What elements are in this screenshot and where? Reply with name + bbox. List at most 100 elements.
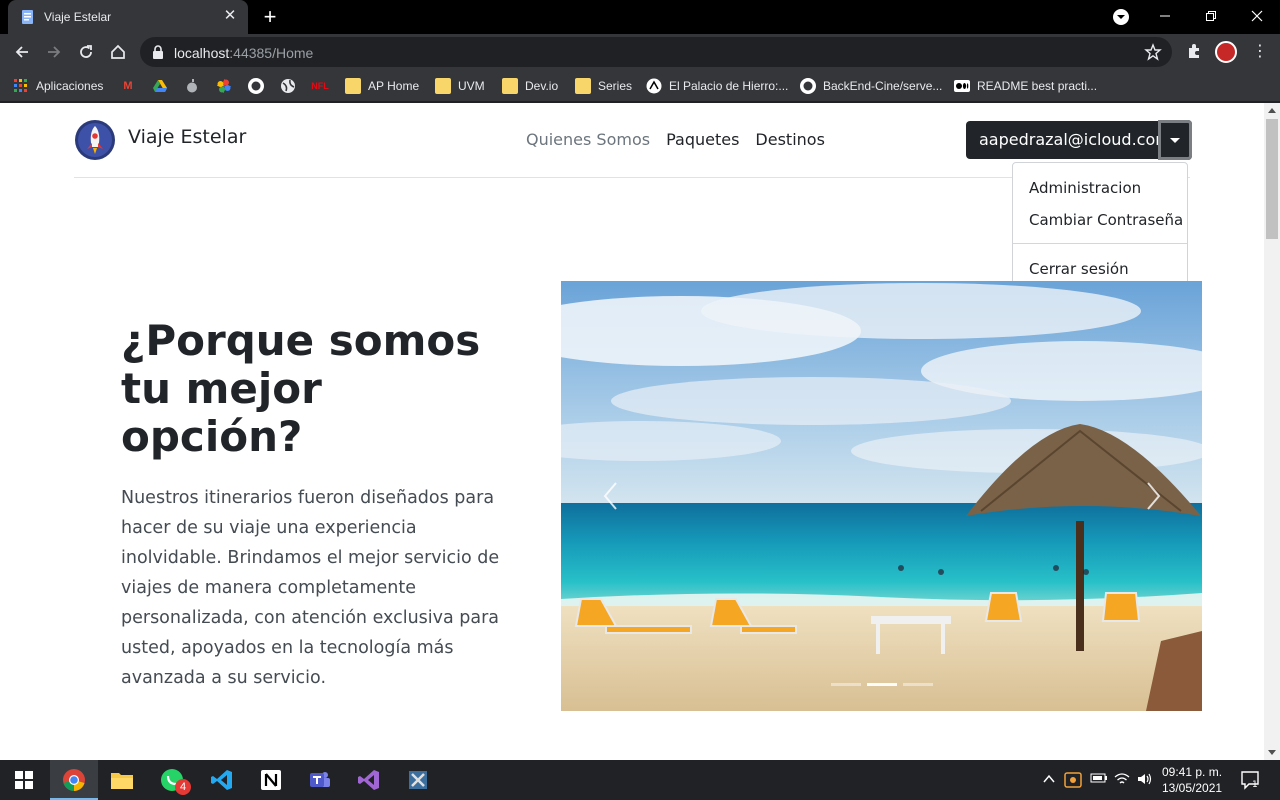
scroll-down-icon[interactable]: [1268, 750, 1276, 755]
forward-icon[interactable]: [42, 40, 66, 64]
bookmark-star-icon[interactable]: [1144, 43, 1162, 61]
carousel-prev-icon[interactable]: [601, 481, 621, 511]
windows-start-icon[interactable]: [0, 760, 48, 800]
restore-icon[interactable]: [1188, 0, 1233, 32]
chrome-menu-icon[interactable]: ⋮: [1252, 42, 1268, 62]
bookmark-gmail[interactable]: M: [120, 77, 143, 95]
menu-divider: [1013, 243, 1187, 244]
medium-icon: [954, 78, 970, 94]
hero-description: Nuestros itinerarios fueron diseñados pa…: [121, 488, 500, 688]
bookmark-apple[interactable]: [184, 77, 207, 95]
menu-item-cambiar-contrasena[interactable]: Cambiar Contraseña: [1029, 211, 1183, 229]
bookmark-label: Aplicaciones: [36, 79, 104, 93]
bookmark-github[interactable]: [248, 77, 271, 95]
clock-date: 13/05/2021: [1162, 781, 1223, 795]
folder-icon: [435, 78, 451, 94]
folder-icon: [502, 78, 518, 94]
minimize-icon[interactable]: [1142, 0, 1187, 32]
windows-taskbar: 4 09:41 p. m. 13/05/2021 1: [0, 760, 1280, 800]
gmail-icon: M: [123, 80, 133, 92]
bookmark-label: AP Home: [368, 79, 420, 93]
bookmark-ap-home[interactable]: AP Home: [345, 77, 419, 95]
browser-tab-bar: Viaje Estelar ✕ +: [0, 0, 1280, 34]
carousel-indicator[interactable]: [903, 683, 933, 686]
globe-icon: [280, 78, 296, 94]
tools-icon[interactable]: [394, 760, 442, 800]
profile-avatar-icon[interactable]: [1215, 41, 1237, 63]
bookmark-dev-io[interactable]: Dev.io: [502, 77, 558, 95]
teams-icon[interactable]: [296, 760, 344, 800]
back-icon[interactable]: [10, 40, 34, 64]
bookmark-drive[interactable]: [152, 77, 175, 95]
wifi-icon[interactable]: [1114, 772, 1130, 789]
nav-paquetes[interactable]: Paquetes: [666, 130, 739, 149]
lock-icon: [153, 45, 163, 59]
close-window-icon[interactable]: [1234, 0, 1279, 32]
palacio-icon: [646, 78, 662, 94]
page-favicon-icon: [22, 10, 33, 24]
volume-icon[interactable]: [1137, 772, 1153, 789]
bookmark-photos[interactable]: [216, 77, 239, 95]
bookmark-label: UVM: [458, 79, 485, 93]
caret-down-icon: [1170, 137, 1180, 143]
photos-icon: [216, 78, 232, 94]
svg-text:1: 1: [1252, 780, 1258, 790]
clock-time: 09:41 p. m.: [1162, 765, 1223, 779]
chrome-icon[interactable]: [50, 760, 98, 800]
bookmark-uvm[interactable]: UVM: [435, 77, 485, 95]
bookmark-apps[interactable]: Aplicaciones: [13, 77, 103, 95]
browser-tab[interactable]: Viaje Estelar ✕: [8, 0, 248, 34]
page-scrollbar[interactable]: [1264, 103, 1280, 760]
scrollbar-thumb[interactable]: [1266, 119, 1278, 239]
vscode-icon[interactable]: [198, 760, 246, 800]
folder-icon: [345, 78, 361, 94]
bookmark-backend-cine[interactable]: BackEnd-Cine/serve...: [800, 77, 942, 95]
bookmark-palacio[interactable]: El Palacio de Hierro:...: [646, 77, 788, 95]
taskbar-clock[interactable]: 09:41 p. m. 13/05/2021: [1162, 764, 1222, 796]
carousel-indicator-active[interactable]: [867, 683, 897, 686]
reload-icon[interactable]: [74, 40, 98, 64]
drive-icon: [152, 78, 168, 94]
nav-quienes-somos[interactable]: Quienes Somos: [526, 130, 650, 149]
user-account-button[interactable]: aapedrazal@icloud.com: [966, 121, 1171, 159]
carousel-indicator[interactable]: [831, 683, 861, 686]
nav-destinos[interactable]: Destinos: [755, 130, 824, 149]
rocket-logo-icon[interactable]: [74, 119, 116, 161]
github-icon: [800, 78, 816, 94]
scroll-up-icon[interactable]: [1268, 108, 1276, 113]
bookmark-label: README best practi...: [977, 79, 1098, 93]
bookmark-globe[interactable]: [280, 77, 303, 95]
bookmark-series[interactable]: Series: [575, 77, 632, 95]
visual-studio-icon[interactable]: [345, 760, 393, 800]
bookmark-label: Dev.io: [525, 79, 559, 93]
new-tab-icon[interactable]: +: [259, 6, 281, 28]
tray-overflow-icon[interactable]: [1042, 772, 1056, 789]
bookmark-label: Series: [598, 79, 633, 93]
main-nav: Quienes Somos Paquetes Destinos: [526, 130, 825, 149]
image-carousel[interactable]: [561, 281, 1202, 711]
tab-title: Viaje Estelar: [44, 10, 112, 24]
page-viewport: Viaje Estelar Quienes Somos Paquetes Des…: [0, 103, 1264, 760]
tab-search-icon[interactable]: [1113, 9, 1129, 25]
tab-close-icon[interactable]: ✕: [222, 8, 238, 24]
file-explorer-icon[interactable]: [98, 760, 146, 800]
extensions-icon[interactable]: [1185, 42, 1203, 60]
battery-icon[interactable]: [1090, 772, 1108, 787]
menu-item-cerrar-sesion[interactable]: Cerrar sesión: [1029, 260, 1129, 278]
brand-name[interactable]: Viaje Estelar: [128, 126, 246, 148]
notion-icon[interactable]: [247, 760, 295, 800]
bookmark-netflix[interactable]: NFL: [311, 77, 335, 95]
url-text: localhost:44385/Home: [174, 45, 314, 61]
bookmark-readme[interactable]: README best practi...: [954, 77, 1097, 95]
user-menu-toggle[interactable]: [1158, 120, 1192, 160]
bookmark-label: El Palacio de Hierro:...: [669, 79, 789, 93]
apps-grid-icon: [13, 78, 29, 94]
whatsapp-icon[interactable]: 4: [148, 760, 196, 800]
home-icon[interactable]: [106, 40, 130, 64]
carousel-next-icon[interactable]: [1143, 481, 1163, 511]
notifications-icon[interactable]: 1: [1240, 770, 1260, 795]
address-bar[interactable]: localhost:44385/Home: [140, 37, 1172, 67]
whatsapp-badge: 4: [175, 779, 191, 795]
tray-app-icon[interactable]: [1064, 772, 1082, 791]
menu-item-administracion[interactable]: Administracion: [1029, 179, 1141, 197]
